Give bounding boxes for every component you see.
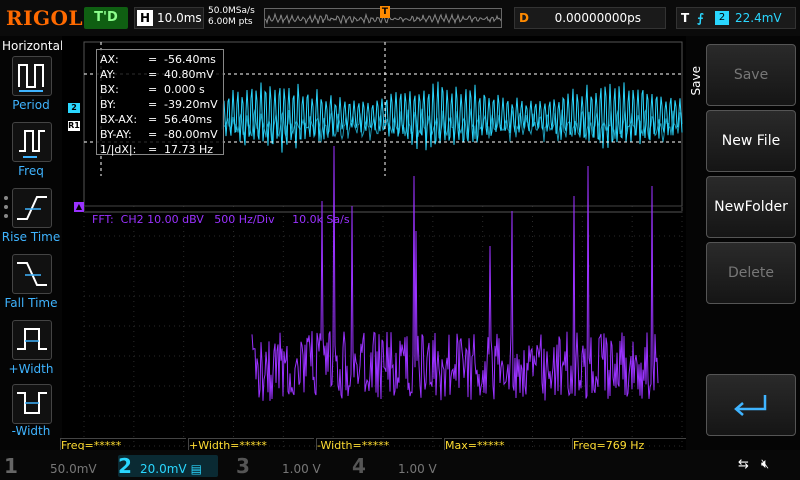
channel-2-status[interactable]: 2 20.0mV ▤ xyxy=(118,455,218,477)
negative-width-button[interactable] xyxy=(12,384,52,424)
enter-button[interactable] xyxy=(706,374,796,436)
sample-rate: 50.0MSa/s xyxy=(208,6,255,16)
page-indicator xyxy=(4,196,8,223)
new-file-button[interactable]: New File xyxy=(706,110,796,172)
memory-depth: 6.00M pts xyxy=(208,17,253,27)
freq-icon xyxy=(19,130,45,158)
save-menu-panel: Save Save New File NewFolder Delete xyxy=(686,36,800,450)
usb-icon: ⇆ xyxy=(738,457,749,472)
horizontal-scale-value: 10.0ms xyxy=(157,11,202,25)
trigger-level: 22.4mV xyxy=(735,11,782,25)
trigger-label: T xyxy=(681,11,690,25)
negative-width-icon xyxy=(17,392,47,414)
positive-width-label: +Width xyxy=(8,362,54,376)
new-folder-button[interactable]: NewFolder xyxy=(706,176,796,238)
acquisition-info: 50.0MSa/s 6.00M pts xyxy=(208,6,255,28)
freq-label: Freq xyxy=(18,164,44,178)
delay-box[interactable]: D 0.00000000ps xyxy=(514,7,666,29)
channel-1-status[interactable]: 1 50.0mV xyxy=(4,455,97,477)
top-status-bar: RIGOL T'D H 10.0ms 50.0MSa/s 6.00M pts T … xyxy=(0,0,800,36)
channel-4-status[interactable]: 4 1.00 V xyxy=(352,455,437,477)
cursor-readout: AX: = -56.40ms AY: = 40.80mV BX: = 0.000 s BY:… xyxy=(96,49,224,156)
rising-edge-icon: ⨍ xyxy=(697,11,704,25)
period-label: Period xyxy=(12,98,50,112)
rise-time-button[interactable] xyxy=(12,188,52,228)
positive-width-icon xyxy=(17,328,47,350)
negative-width-label: -Width xyxy=(11,424,51,438)
bandwidth-limit-icon: ▤ xyxy=(190,462,202,476)
rise-time-label: Rise Time xyxy=(1,230,61,244)
horizontal-label: H xyxy=(137,10,153,26)
ref1-marker[interactable]: R1 xyxy=(68,121,80,131)
trigger-source: 2 xyxy=(715,11,729,25)
rise-time-icon xyxy=(17,196,47,220)
fft-info-label: FFT: CH2 10.00 dBV 500 Hz/Div 10.0k Sa/s xyxy=(92,213,350,226)
delete-button[interactable]: Delete xyxy=(706,242,796,304)
delay-value: 0.00000000ps xyxy=(554,11,641,25)
delay-label: D xyxy=(519,11,529,25)
fall-time-icon xyxy=(17,262,47,286)
horizontal-measure-panel: Horizontal Period Freq Rise Time Fall Ti… xyxy=(0,36,64,450)
horizontal-timebase[interactable]: H 10.0ms xyxy=(134,7,204,29)
freq-button[interactable] xyxy=(12,122,52,162)
fall-time-button[interactable] xyxy=(12,254,52,294)
speaker-muted-icon[interactable]: 🔇︎ xyxy=(761,457,769,472)
save-menu-title: Save xyxy=(689,66,703,96)
status-icons: ⇆ 🔇︎ xyxy=(738,457,798,475)
trigger-position-marker[interactable]: T xyxy=(380,6,390,18)
positive-width-button[interactable] xyxy=(12,320,52,360)
fft-marker[interactable]: ▲ xyxy=(74,202,84,212)
period-button[interactable] xyxy=(12,56,52,96)
run-status-indicator[interactable]: T'D xyxy=(84,7,128,29)
fall-time-label: Fall Time xyxy=(4,296,58,310)
trigger-box[interactable]: T ⨍ 2 22.4mV xyxy=(676,7,796,29)
channel-3-status[interactable]: 3 1.00 V xyxy=(236,455,321,477)
fft-spectrum xyxy=(251,145,659,401)
enter-icon xyxy=(734,395,767,416)
ch2-offset-marker[interactable]: 2 xyxy=(68,103,80,113)
period-icon xyxy=(18,64,44,92)
save-button[interactable]: Save xyxy=(706,44,796,106)
panel-title: Horizontal xyxy=(2,39,64,53)
scope-display[interactable]: 2 R1 ▲ AX: = -56.40ms AY: = 40.80mV BX: = 0.00… xyxy=(62,36,686,450)
rigol-logo: RIGOL xyxy=(6,6,84,30)
